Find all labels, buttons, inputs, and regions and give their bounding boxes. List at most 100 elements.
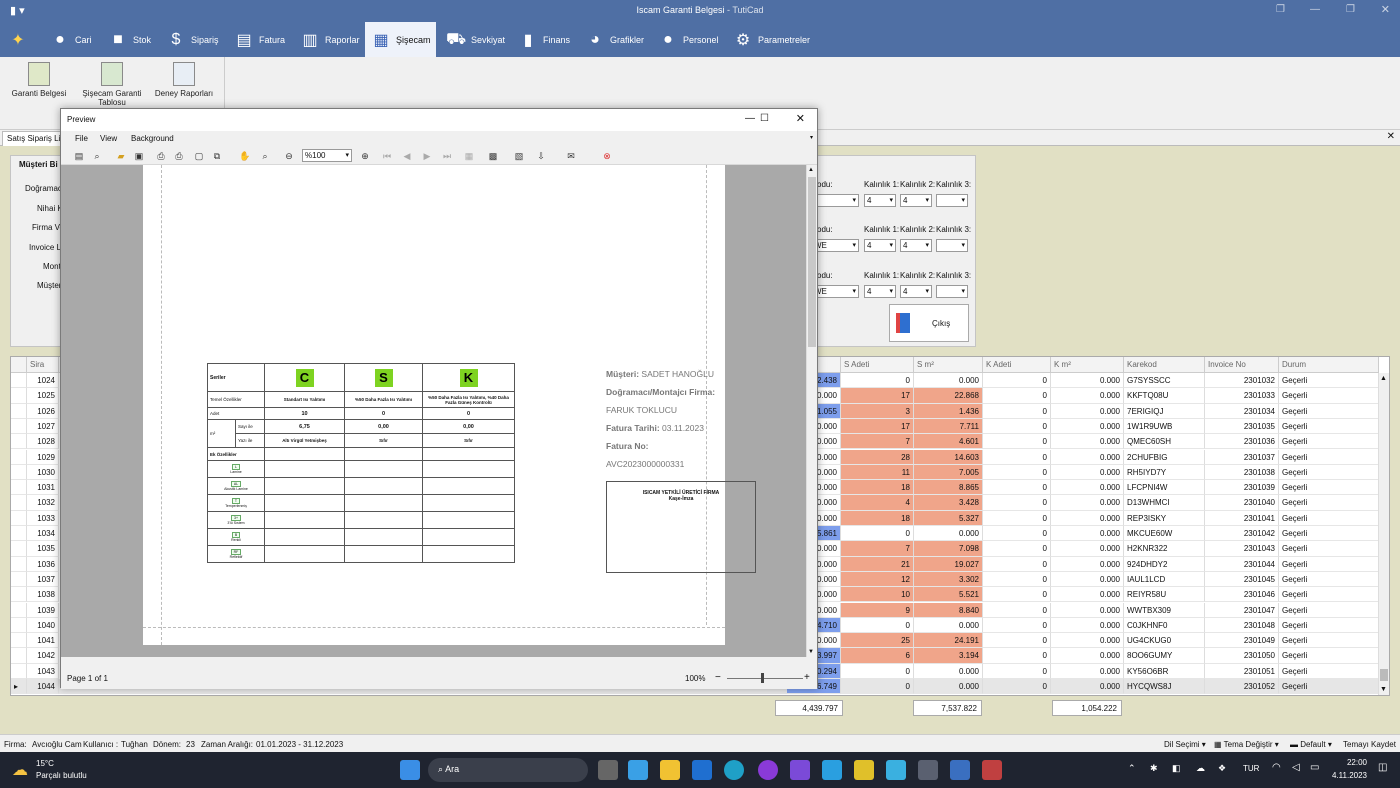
zoom-slider[interactable]	[727, 678, 803, 679]
kodu-select[interactable]	[811, 194, 859, 207]
watermark-icon[interactable]: ▧	[513, 150, 525, 162]
menu-sisecam[interactable]: ▦ Şişecam	[365, 22, 436, 57]
visual-studio-icon[interactable]	[790, 760, 810, 780]
kalinlik2-select[interactable]: 4	[900, 194, 932, 207]
exit-button[interactable]: Çıkış	[889, 304, 969, 342]
dropbox-icon[interactable]: ❖	[1218, 763, 1226, 774]
battery-icon[interactable]: ▭	[1310, 762, 1319, 773]
menu-grafikler[interactable]: ◕ Grafikler	[585, 22, 644, 57]
menu-overflow-icon[interactable]: ▾	[810, 134, 813, 141]
find-icon[interactable]: ⌕	[91, 150, 103, 162]
theme-dropdown[interactable]: ▦ Tema Değiştir ▾	[1214, 740, 1279, 749]
email-icon[interactable]: ✉	[565, 150, 577, 162]
menu-siparis[interactable]: $ Sipariş	[166, 22, 219, 57]
header-k-adeti[interactable]: K Adeti	[983, 357, 1051, 373]
scale-icon[interactable]: ⧉	[211, 150, 223, 162]
menu-background[interactable]: Background	[131, 134, 174, 143]
header-s-adeti[interactable]: S Adeti	[841, 357, 914, 373]
menu-parametreler[interactable]: ⚙ Parametreler	[733, 22, 810, 57]
app-icon-3[interactable]	[886, 760, 906, 780]
header-k-m2[interactable]: K m²	[1051, 357, 1124, 373]
outlook-icon[interactable]	[692, 760, 712, 780]
preview-maximize-button[interactable]: ☐	[760, 113, 769, 124]
tray-app-icon[interactable]: ◧	[1172, 763, 1181, 774]
app-icon-2[interactable]	[854, 760, 874, 780]
header-invoice[interactable]: Invoice No	[1205, 357, 1279, 373]
logo-icon[interactable]: ✦	[8, 22, 28, 57]
language-indicator[interactable]: TUR	[1243, 764, 1259, 773]
export-icon[interactable]: ⇩	[535, 150, 547, 162]
clock-date[interactable]: 4.11.2023	[1326, 771, 1367, 780]
zoom-slider-thumb[interactable]	[761, 673, 764, 683]
menu-personel[interactable]: ● Personel	[658, 22, 718, 57]
open-icon[interactable]: ▰	[115, 150, 127, 162]
menu-raporlar[interactable]: ▥ Raporlar	[300, 22, 359, 57]
menu-stok[interactable]: ■ Stok	[108, 22, 151, 57]
taskbar-search[interactable]: ⌕ Ara	[428, 758, 588, 782]
app-icon-5[interactable]	[982, 760, 1002, 780]
preview-scrollbar[interactable]: ▲ ▼	[806, 165, 817, 657]
menu-view[interactable]: View	[100, 134, 117, 143]
last-page-icon[interactable]: ⏭	[441, 150, 453, 162]
menu-sevkiyat[interactable]: ⛟ Sevkiyat	[446, 22, 505, 57]
page-color-icon[interactable]: ▩	[487, 150, 499, 162]
wifi-icon[interactable]: ◠	[1272, 762, 1281, 773]
minimize-button[interactable]: —	[1310, 4, 1320, 15]
page-setup-icon[interactable]: ▢	[193, 150, 205, 162]
menu-fatura[interactable]: ▤ Fatura	[234, 22, 285, 57]
kalinlik3-select[interactable]	[936, 194, 968, 207]
menu-file[interactable]: File	[75, 134, 88, 143]
quick-print-icon[interactable]: ⎙	[173, 150, 185, 162]
bluetooth-icon[interactable]: ✱	[1150, 763, 1158, 774]
task-view-icon[interactable]	[598, 760, 618, 780]
app-icon-1[interactable]	[822, 760, 842, 780]
kodu-select[interactable]: WE	[811, 285, 859, 298]
kalinlik1-select[interactable]: 4	[864, 239, 896, 252]
start-button[interactable]	[400, 760, 420, 780]
header-durum[interactable]: Durum	[1279, 357, 1379, 373]
tuticad-icon[interactable]	[950, 760, 970, 780]
cloud-icon[interactable]: ☁	[1196, 763, 1205, 774]
preview-minimize-button[interactable]: —	[745, 113, 755, 124]
github-icon[interactable]	[758, 760, 778, 780]
menu-finans[interactable]: ▮ Finans	[518, 22, 570, 57]
save-icon[interactable]: ▣	[133, 150, 145, 162]
kalinlik1-select[interactable]: 4	[864, 194, 896, 207]
zoom-minus-button[interactable]: −	[715, 672, 721, 683]
thumbnails-icon[interactable]: ▤	[73, 150, 85, 162]
multi-page-icon[interactable]: ▦	[463, 150, 475, 162]
kalinlik2-select[interactable]: 4	[900, 239, 932, 252]
header-karekod[interactable]: Karekod	[1124, 357, 1205, 373]
file-explorer-icon[interactable]	[660, 760, 680, 780]
volume-icon[interactable]: ◁	[1292, 762, 1300, 773]
kodu-select[interactable]: WE	[811, 239, 859, 252]
ribbon-deney-raporlari[interactable]: Deney Raporları	[152, 62, 216, 98]
close-preview-icon[interactable]: ⊗	[601, 150, 613, 162]
first-page-icon[interactable]: ⏮	[381, 150, 393, 162]
widgets-icon[interactable]	[628, 760, 648, 780]
save-theme-button[interactable]: Temayı Kaydet	[1343, 740, 1396, 749]
header-sira[interactable]: Sira	[27, 357, 59, 373]
kalinlik3-select[interactable]	[936, 239, 968, 252]
ribbon-garanti-belgesi[interactable]: Garanti Belgesi	[8, 62, 70, 98]
clock-time[interactable]: 22:00	[1333, 758, 1367, 767]
print-icon[interactable]: ⎙	[155, 150, 167, 162]
preview-close-button[interactable]: ✕	[796, 112, 805, 125]
close-tab-icon[interactable]: ✕	[1387, 131, 1395, 142]
next-page-icon[interactable]: ▶	[421, 150, 433, 162]
zoom-select[interactable]: %100	[302, 149, 352, 162]
edge-icon[interactable]	[724, 760, 744, 780]
zoom-out-icon[interactable]: ⊖	[283, 150, 295, 162]
notification-icon[interactable]: ◫	[1378, 762, 1387, 773]
maximize-button[interactable]: ❐	[1346, 4, 1355, 15]
magnifier-icon[interactable]: ⌕	[259, 150, 271, 162]
hand-tool-icon[interactable]: ✋	[239, 150, 251, 162]
kalinlik3-select[interactable]	[936, 285, 968, 298]
tray-chevron-icon[interactable]: ⌃	[1128, 763, 1136, 774]
prev-page-icon[interactable]: ◀	[401, 150, 413, 162]
kalinlik2-select[interactable]: 4	[900, 285, 932, 298]
app-icon-4[interactable]	[918, 760, 938, 780]
header-s-m2[interactable]: S m²	[914, 357, 983, 373]
grid-scrollbar[interactable]: ▲ ▼	[1378, 373, 1389, 695]
close-button[interactable]: ✕	[1381, 3, 1390, 16]
